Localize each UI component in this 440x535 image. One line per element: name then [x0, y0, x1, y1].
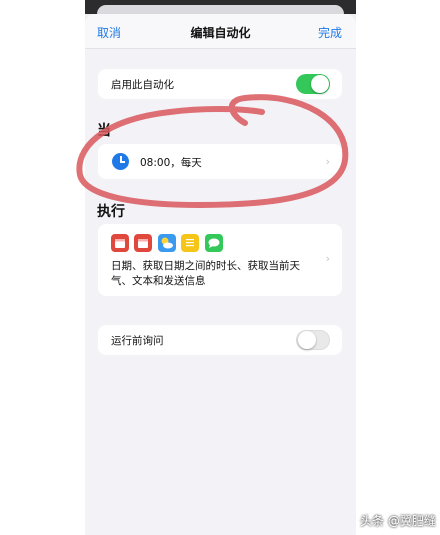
edit-automation-sheet: 取消 编辑自动化 完成 启用此自动化 当 08:00，每天 › 执行 日期、获取…	[85, 14, 356, 535]
ask-before-running-toggle[interactable]	[296, 330, 330, 350]
clock-icon	[112, 153, 129, 170]
phone-screen: 取消 编辑自动化 完成 启用此自动化 当 08:00，每天 › 执行 日期、获取…	[85, 0, 356, 535]
ask-before-running-row: 运行前询问	[98, 325, 342, 355]
when-section-title: 当	[97, 123, 111, 139]
underlying-sheet-edge	[97, 5, 344, 14]
status-strip	[85, 0, 356, 14]
toggle-knob	[311, 75, 329, 93]
enable-automation-toggle[interactable]	[296, 74, 330, 94]
navigation-bar: 取消 编辑自动化 完成	[85, 14, 356, 49]
trigger-text: 08:00，每天	[140, 157, 202, 169]
weather-icon	[158, 234, 176, 252]
enable-automation-label: 启用此自动化	[111, 79, 174, 91]
enable-automation-row: 启用此自动化	[98, 69, 342, 99]
watermark: 头条 @翼肥缝	[360, 514, 436, 528]
toggle-knob	[298, 331, 316, 349]
calendar-icon	[111, 234, 129, 252]
messages-icon	[205, 234, 223, 252]
notes-icon	[181, 234, 199, 252]
do-section-title: 执行	[97, 204, 125, 220]
page-title: 编辑自动化	[190, 26, 251, 40]
actions-row[interactable]: 日期、获取日期之间的时长、获取当前天气、文本和发送信息 ›	[98, 224, 342, 296]
trigger-row[interactable]: 08:00，每天 ›	[98, 144, 342, 179]
done-button[interactable]: 完成	[318, 24, 342, 41]
chevron-right-icon: ›	[325, 252, 330, 265]
ask-before-running-label: 运行前询问	[111, 335, 164, 347]
calendar-icon	[134, 234, 152, 252]
chevron-right-icon: ›	[325, 155, 330, 168]
actions-description: 日期、获取日期之间的时长、获取当前天气、文本和发送信息	[111, 260, 300, 287]
